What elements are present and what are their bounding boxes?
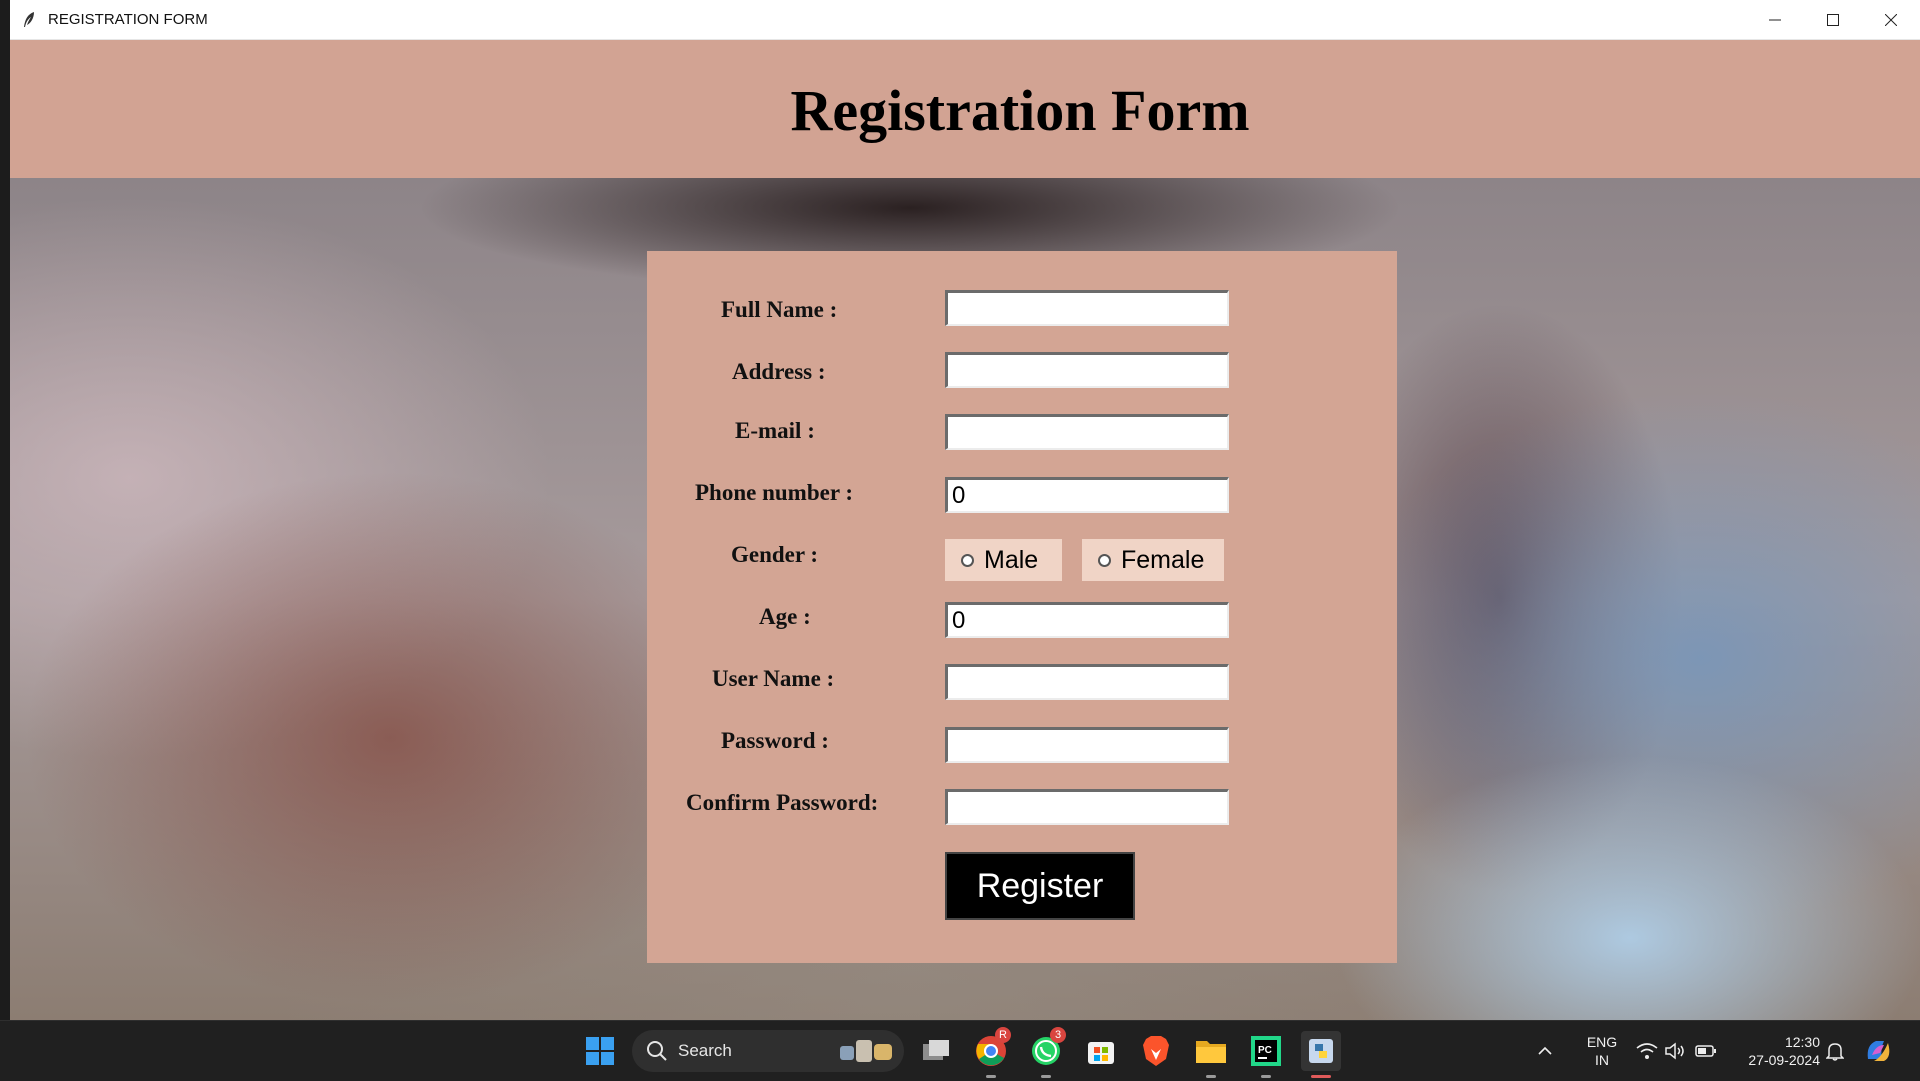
- radio-circle-icon: [961, 553, 974, 567]
- notifications-button[interactable]: [1822, 1031, 1848, 1071]
- python-icon: [1309, 1039, 1333, 1063]
- python-active-indicator: [1311, 1075, 1331, 1078]
- confirm-password-input[interactable]: [945, 789, 1229, 825]
- password-input[interactable]: [945, 727, 1229, 763]
- whatsapp-button[interactable]: 3: [1026, 1027, 1066, 1071]
- password-label: Password :: [721, 728, 829, 753]
- search-label: Search: [678, 1041, 732, 1060]
- clock-time: 12:30: [1784, 1034, 1820, 1050]
- maximize-icon: [1827, 13, 1839, 26]
- phone-label: Phone number :: [695, 480, 854, 505]
- taskbar: Search R 3 PC ENG IN 12:30 27-09-2024: [0, 1020, 1920, 1081]
- copilot-button[interactable]: [1860, 1031, 1896, 1071]
- speaker-icon: [1665, 1042, 1684, 1060]
- battery-icon: [1695, 1045, 1716, 1057]
- minimize-button[interactable]: [1746, 0, 1804, 39]
- windows-logo-icon: [586, 1037, 614, 1065]
- maximize-button[interactable]: [1804, 0, 1862, 39]
- file-explorer-button[interactable]: [1191, 1031, 1231, 1071]
- phone-input[interactable]: 0: [945, 477, 1229, 513]
- radio-circle-icon: [1098, 553, 1111, 567]
- chrome-button[interactable]: R: [971, 1027, 1011, 1071]
- task-view-button[interactable]: [916, 1031, 956, 1071]
- whatsapp-running-indicator: [1041, 1075, 1051, 1078]
- clock-date: 27-09-2024: [1748, 1052, 1820, 1068]
- email-label: E-mail :: [735, 418, 815, 443]
- confirm-password-label: Confirm Password:: [686, 790, 879, 815]
- microsoft-store-button[interactable]: [1081, 1031, 1121, 1071]
- search-highlight-icon: [840, 1040, 892, 1062]
- clock[interactable]: 12:30 27-09-2024: [1732, 1033, 1820, 1069]
- gender-female-label: Female: [1121, 545, 1205, 574]
- page-title: Registration Form: [790, 77, 1250, 143]
- age-input[interactable]: 0: [945, 602, 1229, 638]
- python-app-button[interactable]: [1301, 1031, 1341, 1071]
- gender-label: Gender :: [731, 542, 819, 567]
- gender-female-radio[interactable]: Female: [1082, 539, 1224, 581]
- full-name-input[interactable]: [945, 290, 1229, 326]
- full-name-label: Full Name :: [721, 297, 838, 322]
- taskbar-search[interactable]: Search: [632, 1030, 904, 1072]
- window-title: REGISTRATION FORM: [48, 11, 208, 28]
- brave-lion-icon: [1143, 1036, 1169, 1066]
- address-input[interactable]: [945, 352, 1229, 388]
- chrome-profile-badge: R: [995, 1027, 1011, 1043]
- file-explorer-running-indicator: [1206, 1075, 1216, 1078]
- minimize-icon: [1769, 19, 1781, 20]
- folder-icon: [1196, 1041, 1226, 1063]
- language-code: ENG: [1586, 1034, 1618, 1050]
- pycharm-button[interactable]: PC: [1246, 1031, 1286, 1071]
- close-icon: [1885, 13, 1897, 26]
- close-button[interactable]: [1862, 0, 1920, 39]
- chevron-up-icon: [1538, 1046, 1552, 1055]
- gender-male-radio[interactable]: Male: [945, 539, 1062, 581]
- search-icon: [647, 1041, 667, 1061]
- battery-status[interactable]: [1693, 1031, 1719, 1071]
- registration-form: Full Name : Address : E-mail : Phone num…: [647, 251, 1397, 963]
- language-indicator[interactable]: ENG IN: [1580, 1033, 1624, 1069]
- username-input[interactable]: [945, 664, 1229, 700]
- volume-status[interactable]: [1662, 1031, 1688, 1071]
- app-window: REGISTRATION FORM Registration Form Full…: [10, 0, 1920, 1020]
- age-label: Age :: [759, 604, 811, 629]
- gender-male-label: Male: [984, 545, 1039, 574]
- svg-text:PC: PC: [1258, 1045, 1272, 1056]
- show-hidden-icons-button[interactable]: [1533, 1031, 1557, 1071]
- window-controls: [1746, 0, 1920, 39]
- register-button[interactable]: Register: [945, 852, 1135, 920]
- address-label: Address :: [732, 359, 826, 384]
- region-code: IN: [1595, 1052, 1609, 1068]
- feather-icon: [22, 11, 40, 29]
- chrome-running-indicator: [986, 1075, 996, 1078]
- task-view-icon: [923, 1040, 949, 1060]
- wifi-icon: [1636, 1043, 1658, 1059]
- pycharm-running-indicator: [1261, 1075, 1271, 1078]
- bell-icon: [1826, 1043, 1844, 1061]
- windows-start-button[interactable]: [580, 1031, 620, 1071]
- pycharm-icon: PC: [1251, 1036, 1281, 1066]
- wifi-status[interactable]: [1634, 1031, 1660, 1071]
- header-band: Registration Form: [10, 40, 1920, 178]
- username-label: User Name :: [712, 666, 835, 691]
- whatsapp-unread-badge: 3: [1050, 1027, 1066, 1043]
- email-input[interactable]: [945, 414, 1229, 450]
- store-icon: [1088, 1042, 1114, 1064]
- title-bar[interactable]: REGISTRATION FORM: [10, 0, 1920, 40]
- brave-button[interactable]: [1136, 1031, 1176, 1071]
- copilot-icon: [1867, 1041, 1890, 1061]
